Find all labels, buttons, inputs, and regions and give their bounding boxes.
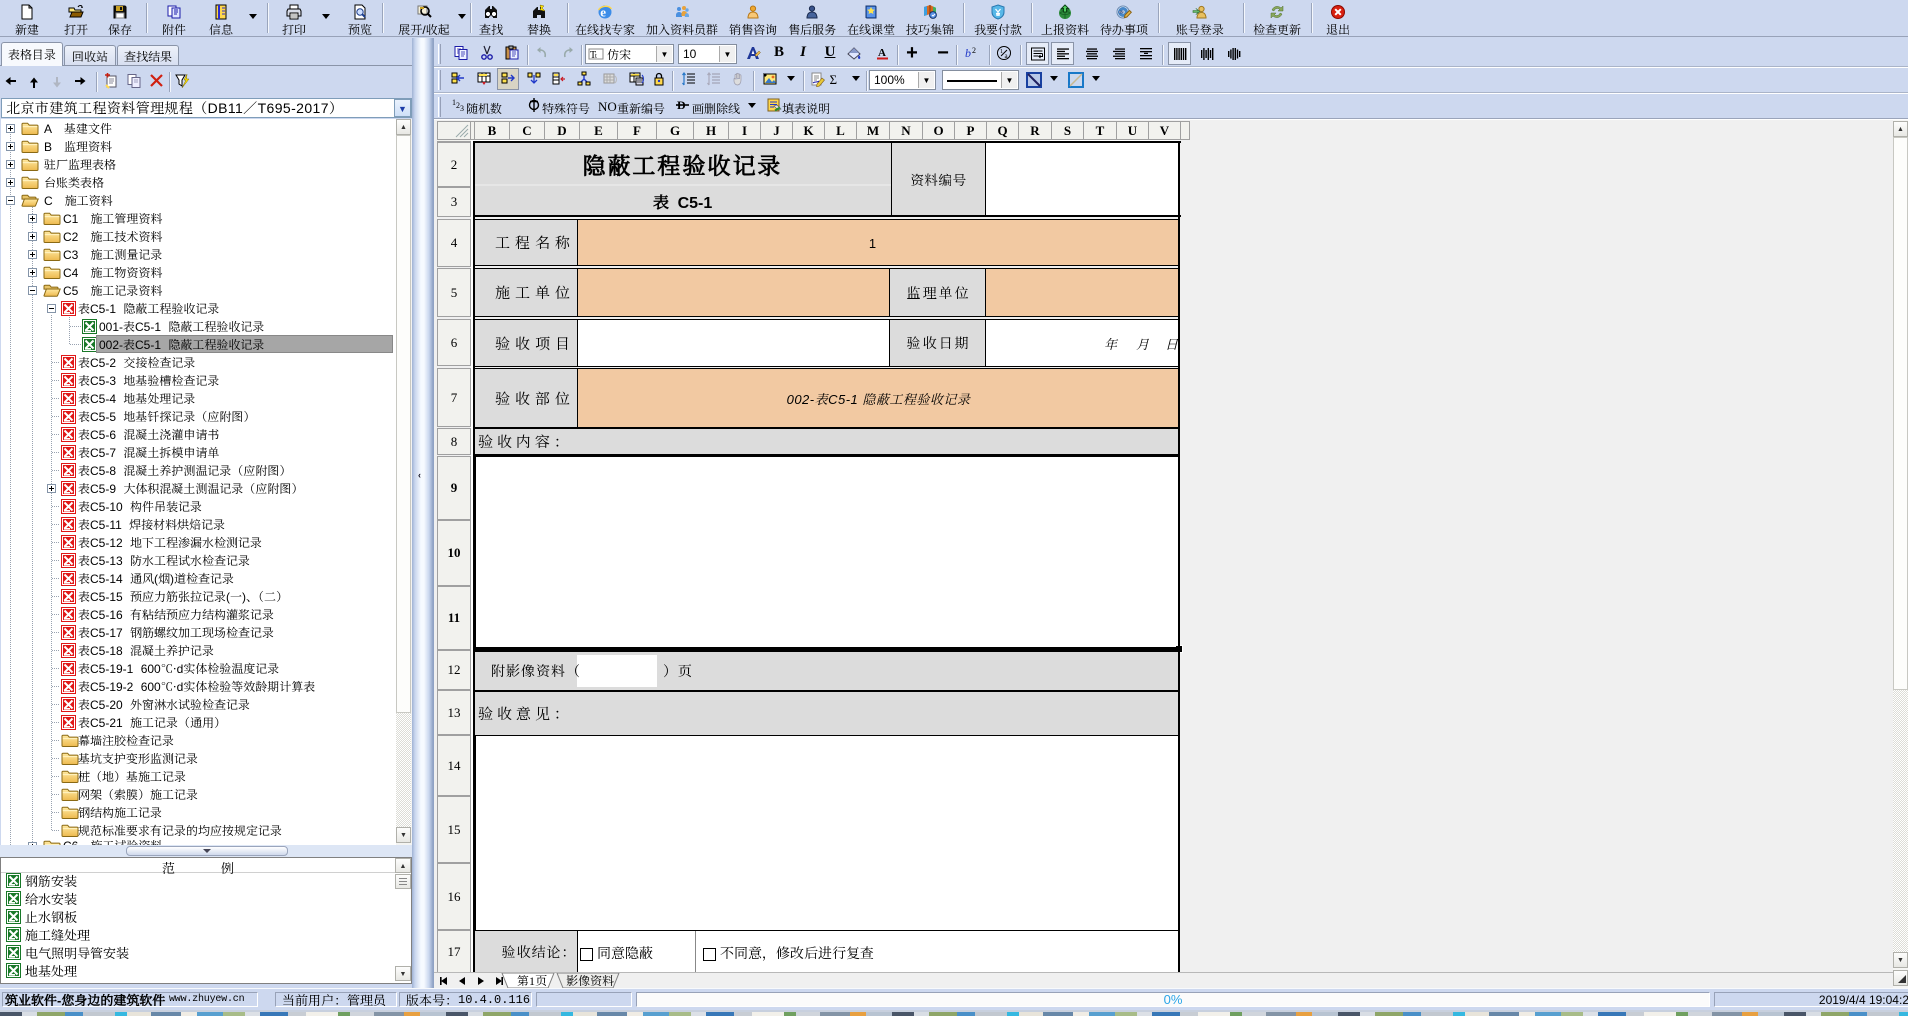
svg-text:影像资料: 影像资料 [566,973,614,989]
svg-text:3: 3 [460,104,464,113]
svg-text:1: 1 [1000,49,1003,55]
svg-text:A: A [878,47,886,59]
svg-text:第1页: 第1页 [517,973,547,989]
svg-text:t: t [595,52,597,60]
svg-text:2: 2 [972,46,976,55]
svg-text:Σ: Σ [830,72,838,87]
svg-text:DVD: DVD [1119,10,1125,14]
svg-text:b: b [965,46,971,60]
